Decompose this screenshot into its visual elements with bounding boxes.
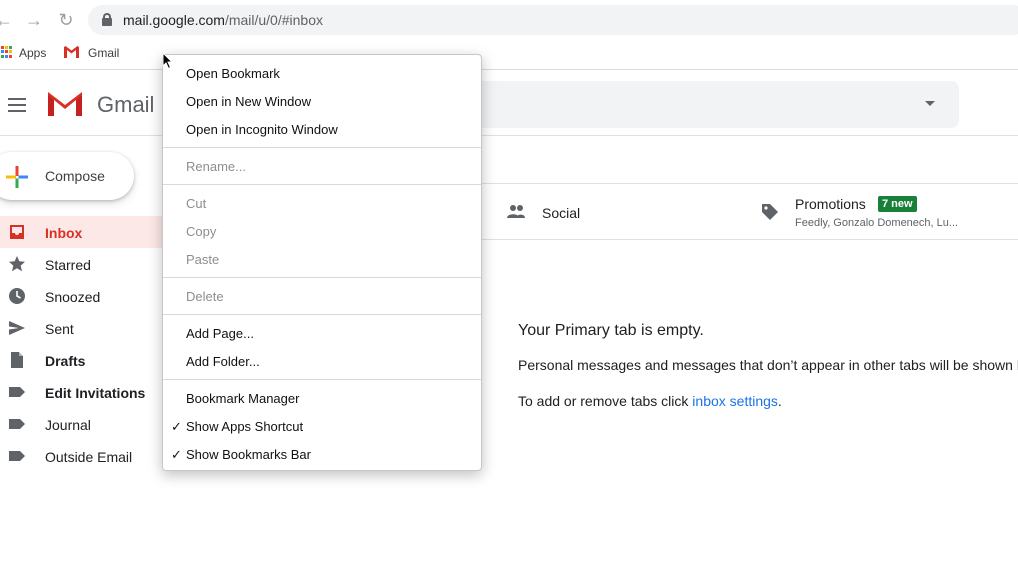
sidebar-item-edit-invitations[interactable]: Edit Invitations bbox=[45, 385, 145, 401]
main-menu-icon[interactable] bbox=[8, 98, 26, 112]
sidebar-item-drafts[interactable]: Drafts bbox=[45, 353, 85, 369]
menu-item-open-incognito[interactable]: Open in Incognito Window bbox=[186, 122, 338, 137]
compose-label: Compose bbox=[45, 168, 105, 184]
menu-separator bbox=[163, 147, 481, 148]
tab-social[interactable]: Social bbox=[542, 205, 580, 221]
bookmark-context-menu: Open Bookmark Open in New Window Open in… bbox=[162, 54, 482, 471]
url-path: /mail/u/0/#inbox bbox=[224, 12, 323, 28]
menu-item-label: Show Apps Shortcut bbox=[186, 419, 304, 434]
menu-item-show-apps-shortcut[interactable]: ✓ Show Apps Shortcut bbox=[171, 419, 304, 434]
star-icon bbox=[9, 256, 25, 272]
menu-item-paste: Paste bbox=[186, 252, 220, 267]
menu-item-copy: Copy bbox=[186, 224, 217, 239]
menu-separator bbox=[163, 379, 481, 380]
label-icon bbox=[9, 451, 25, 461]
menu-separator bbox=[163, 314, 481, 315]
menu-item-delete: Delete bbox=[186, 289, 224, 304]
inbox-icon bbox=[10, 225, 24, 239]
forward-arrow-icon[interactable]: → bbox=[24, 10, 44, 30]
gmail-icon bbox=[64, 46, 79, 58]
url-host: mail.google.com bbox=[123, 12, 225, 28]
sidebar-item-journal[interactable]: Journal bbox=[45, 417, 91, 433]
menu-item-show-bookmarks-bar[interactable]: ✓ Show Bookmarks Bar bbox=[171, 447, 311, 462]
tabs-top-divider bbox=[482, 183, 1018, 184]
clock-icon bbox=[9, 288, 25, 304]
mouse-pointer-icon bbox=[162, 52, 174, 70]
empty-state-title: Your Primary tab is empty. bbox=[518, 322, 704, 339]
inbox-settings-link[interactable]: inbox settings bbox=[692, 393, 778, 409]
checkmark-icon: ✓ bbox=[171, 419, 182, 434]
menu-item-open-new-window[interactable]: Open in New Window bbox=[186, 94, 311, 109]
menu-item-bookmark-manager[interactable]: Bookmark Manager bbox=[186, 391, 299, 406]
people-icon bbox=[507, 205, 525, 218]
checkmark-icon: ✓ bbox=[171, 447, 182, 462]
draft-icon bbox=[11, 352, 23, 368]
browser-toolbar: ← → ↻ mail.google.com/mail/u/0/#inbox bbox=[0, 0, 1018, 40]
sidebar-item-starred[interactable]: Starred bbox=[45, 257, 91, 273]
sidebar-item-sent[interactable]: Sent bbox=[45, 321, 74, 337]
hint-prefix: To add or remove tabs click bbox=[518, 393, 693, 409]
menu-item-add-folder[interactable]: Add Folder... bbox=[186, 354, 260, 369]
bookmarks-bar bbox=[0, 40, 1018, 70]
bookmark-apps[interactable]: Apps bbox=[19, 46, 46, 60]
sidebar-label-inbox: Inbox bbox=[45, 225, 83, 241]
header-divider bbox=[0, 135, 1018, 136]
label-icon bbox=[9, 387, 25, 397]
menu-item-rename: Rename... bbox=[186, 159, 246, 174]
reload-icon[interactable]: ↻ bbox=[56, 10, 76, 30]
tabs-bottom-divider bbox=[482, 239, 1018, 240]
sidebar-item-outside-email[interactable]: Outside Email bbox=[45, 449, 132, 465]
menu-item-open-bookmark[interactable]: Open Bookmark bbox=[186, 66, 280, 81]
menu-item-label: Show Bookmarks Bar bbox=[186, 447, 311, 462]
gmail-brand-text: Gmail bbox=[97, 92, 155, 117]
search-bar[interactable] bbox=[470, 81, 959, 128]
label-icon bbox=[9, 419, 25, 429]
menu-item-add-page[interactable]: Add Page... bbox=[186, 326, 254, 341]
back-arrow-icon[interactable]: ← bbox=[0, 10, 14, 30]
sidebar-item-snoozed[interactable]: Snoozed bbox=[45, 289, 100, 305]
search-options-caret-icon[interactable] bbox=[925, 101, 935, 106]
new-count-badge: 7 new bbox=[878, 196, 917, 212]
menu-separator bbox=[163, 184, 481, 185]
empty-state-hint: To add or remove tabs click inbox settin… bbox=[518, 393, 782, 409]
empty-state-text: Personal messages and messages that don’… bbox=[518, 357, 1018, 373]
bookmark-gmail[interactable]: Gmail bbox=[88, 46, 119, 60]
send-icon bbox=[9, 321, 25, 335]
url-text[interactable]: mail.google.com/mail/u/0/#inbox bbox=[123, 12, 323, 28]
promotions-snippet: Feedly, Gonzalo Domenech, Lu... bbox=[795, 217, 959, 229]
hint-suffix: . bbox=[777, 393, 782, 409]
apps-grid-icon[interactable] bbox=[1, 46, 12, 58]
tab-promotions[interactable]: Promotions bbox=[795, 196, 866, 212]
menu-separator bbox=[163, 277, 481, 278]
menu-item-cut: Cut bbox=[186, 196, 207, 211]
gmail-logo bbox=[48, 92, 82, 116]
compose-plus-icon bbox=[6, 166, 28, 188]
tag-icon bbox=[762, 204, 778, 220]
lock-icon bbox=[102, 13, 112, 26]
